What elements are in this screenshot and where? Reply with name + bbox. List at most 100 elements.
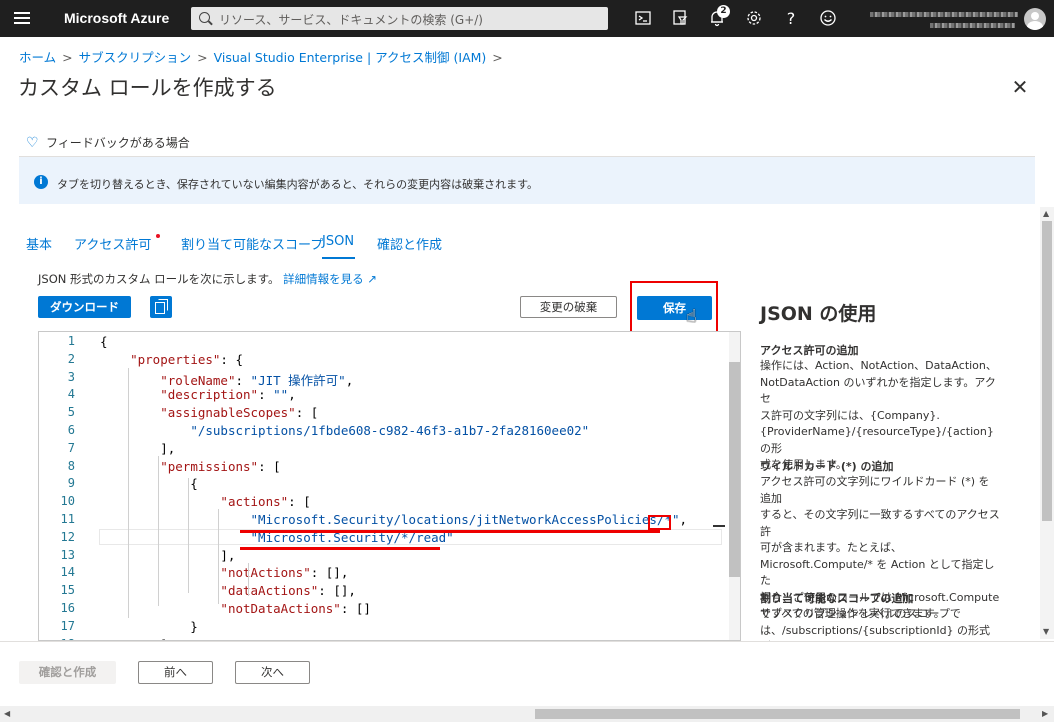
json-punctuation bbox=[100, 352, 130, 367]
menu-icon[interactable] bbox=[12, 9, 32, 27]
breadcrumb-iam[interactable]: Visual Studio Enterprise | アクセス制御 (IAM) bbox=[214, 50, 487, 65]
tab-json[interactable]: JSON bbox=[322, 234, 354, 249]
tab-permissions-label: アクセス許可 bbox=[74, 238, 152, 253]
scroll-left-arrow-icon[interactable]: ◀ bbox=[4, 709, 10, 718]
help-panel-title: JSON の使用 bbox=[760, 303, 877, 325]
close-icon[interactable]: ✕ bbox=[1011, 77, 1029, 97]
next-button[interactable]: 次へ bbox=[235, 661, 310, 684]
review-create-button[interactable]: 確認と作成 bbox=[19, 661, 116, 684]
json-punctuation bbox=[100, 387, 160, 402]
avatar[interactable] bbox=[1024, 8, 1046, 30]
help-section-body: 操作には、Action、NotAction、DataAction、 NotData… bbox=[760, 358, 1000, 474]
json-editor[interactable]: 123456789101112131415161718 { "propertie… bbox=[38, 331, 741, 641]
json-punctuation: : bbox=[258, 387, 274, 403]
brand-link[interactable]: Microsoft Azure bbox=[64, 10, 169, 26]
editor-scrollbar-thumb[interactable] bbox=[729, 362, 740, 577]
json-punctuation: , bbox=[288, 387, 296, 403]
help-text-line: {ProviderName}/{resourceType}/{action} の… bbox=[760, 425, 994, 455]
code-line: { bbox=[100, 334, 108, 349]
line-number: 15 bbox=[60, 583, 75, 598]
footer-bar: 確認と作成 前へ 次へ bbox=[0, 641, 1054, 705]
account-info-blurred[interactable] bbox=[870, 9, 1018, 31]
line-number: 16 bbox=[60, 601, 75, 615]
feedback-link[interactable]: ♡ フィードバックがある場合 bbox=[26, 134, 190, 151]
json-punctuation: { bbox=[100, 334, 108, 349]
breadcrumb-home[interactable]: ホーム bbox=[19, 50, 56, 65]
annotation-underline bbox=[240, 547, 440, 550]
editor-scrollbar[interactable] bbox=[713, 332, 740, 640]
settings-icon[interactable] bbox=[744, 9, 764, 29]
help-text-line: ス許可の文字列には、{Company}. bbox=[760, 408, 940, 422]
code-line: "properties": { bbox=[100, 352, 243, 367]
horizontal-scrollbar-thumb[interactable] bbox=[535, 709, 1020, 719]
tab-review-create[interactable]: 確認と作成 bbox=[377, 234, 442, 253]
json-description: JSON 形式のカスタム ロールを次に示します。 詳細情報を見る ↗ bbox=[38, 271, 377, 287]
help-text-line: サブスクリプション レベルのスコープで bbox=[760, 607, 961, 620]
json-punctuation bbox=[100, 530, 251, 545]
feedback-label: フィードバックがある場合 bbox=[46, 136, 190, 150]
line-number: 11 bbox=[60, 512, 75, 526]
json-punctuation: } bbox=[100, 618, 198, 634]
directory-filter-icon[interactable] bbox=[670, 9, 690, 29]
json-punctuation bbox=[100, 459, 160, 474]
learn-more-label: 詳細情報を見る bbox=[283, 272, 364, 286]
json-punctuation bbox=[100, 494, 220, 509]
line-number: 10 bbox=[60, 494, 75, 509]
line-number: 8 bbox=[67, 458, 75, 473]
code-line: ], bbox=[100, 548, 235, 563]
feedback-smiley-icon[interactable] bbox=[818, 9, 838, 29]
indent-guide bbox=[218, 509, 219, 604]
json-punctuation: ], bbox=[100, 440, 176, 456]
line-number: 14 bbox=[60, 565, 75, 580]
code-line: "dataActions": [], bbox=[100, 583, 355, 598]
line-number: 9 bbox=[67, 476, 75, 491]
scroll-up-arrow-icon[interactable]: ▲ bbox=[1043, 209, 1049, 218]
breadcrumb-separator: > bbox=[62, 50, 73, 65]
json-punctuation bbox=[100, 405, 160, 420]
help-section-heading: 割り当て可能なスコープの追加 bbox=[760, 592, 914, 605]
code-line: "/subscriptions/1fbde608-c982-46f3-a1b7-… bbox=[100, 423, 589, 438]
line-number: 4 bbox=[67, 387, 75, 402]
annotation-underline bbox=[240, 530, 660, 533]
help-icon[interactable]: ? bbox=[781, 9, 801, 29]
json-key: "notActions" bbox=[220, 565, 311, 581]
tab-permissions[interactable]: アクセス許可 bbox=[74, 234, 161, 253]
page-scrollbar[interactable]: ▲ ▼ bbox=[1040, 207, 1054, 639]
indent-guide bbox=[158, 456, 159, 606]
json-key: "permissions" bbox=[160, 458, 259, 474]
line-number: 1 bbox=[67, 334, 75, 348]
scroll-right-arrow-icon[interactable]: ▶ bbox=[1042, 709, 1048, 718]
active-tab-indicator bbox=[322, 257, 355, 259]
cloud-shell-icon[interactable] bbox=[633, 9, 653, 29]
json-key: "notDataActions" bbox=[220, 601, 341, 616]
page-scrollbar-thumb[interactable] bbox=[1042, 221, 1052, 521]
previous-button[interactable]: 前へ bbox=[138, 661, 213, 684]
help-section-heading: ワイルドカード (*) の追加 bbox=[760, 460, 894, 473]
save-button[interactable]: 保存 bbox=[637, 296, 712, 320]
scroll-down-arrow-icon[interactable]: ▼ bbox=[1043, 627, 1049, 636]
line-number: 17 bbox=[60, 618, 75, 633]
search-input[interactable]: リソース、サービス、ドキュメントの検索 (G+/) bbox=[191, 7, 608, 30]
breadcrumb-subscriptions[interactable]: サブスクリプション bbox=[79, 50, 192, 65]
json-punctuation: ], bbox=[100, 547, 236, 563]
discard-changes-button[interactable]: 変更の破棄 bbox=[520, 296, 617, 318]
json-punctuation: : [ bbox=[258, 458, 281, 474]
code-area[interactable]: { "properties": { "roleName": "JIT 操作許可"… bbox=[100, 332, 712, 640]
hand-cursor-icon: ☝ bbox=[686, 306, 697, 327]
download-button[interactable]: ダウンロード bbox=[38, 296, 131, 318]
help-section-heading: アクセス許可の追加 bbox=[760, 344, 859, 357]
line-number-gutter: 123456789101112131415161718 bbox=[39, 332, 79, 640]
learn-more-link[interactable]: 詳細情報を見る ↗ bbox=[283, 272, 377, 286]
line-number: 13 bbox=[60, 547, 75, 562]
json-punctuation: , bbox=[679, 512, 688, 527]
code-line: "description": "", bbox=[100, 387, 296, 402]
copy-icon[interactable] bbox=[150, 296, 172, 318]
breadcrumb-separator: > bbox=[197, 50, 208, 65]
json-string: "" bbox=[273, 387, 289, 403]
tab-basics[interactable]: 基本 bbox=[26, 234, 52, 253]
horizontal-scrollbar[interactable]: ◀ ▶ bbox=[0, 706, 1054, 722]
json-punctuation: : [] bbox=[340, 601, 371, 616]
json-description-text: JSON 形式のカスタム ロールを次に示します。 bbox=[38, 272, 280, 286]
tab-assignable-scopes[interactable]: 割り当て可能なスコープ bbox=[181, 234, 323, 253]
code-line: "assignableScopes": [ bbox=[100, 405, 318, 420]
